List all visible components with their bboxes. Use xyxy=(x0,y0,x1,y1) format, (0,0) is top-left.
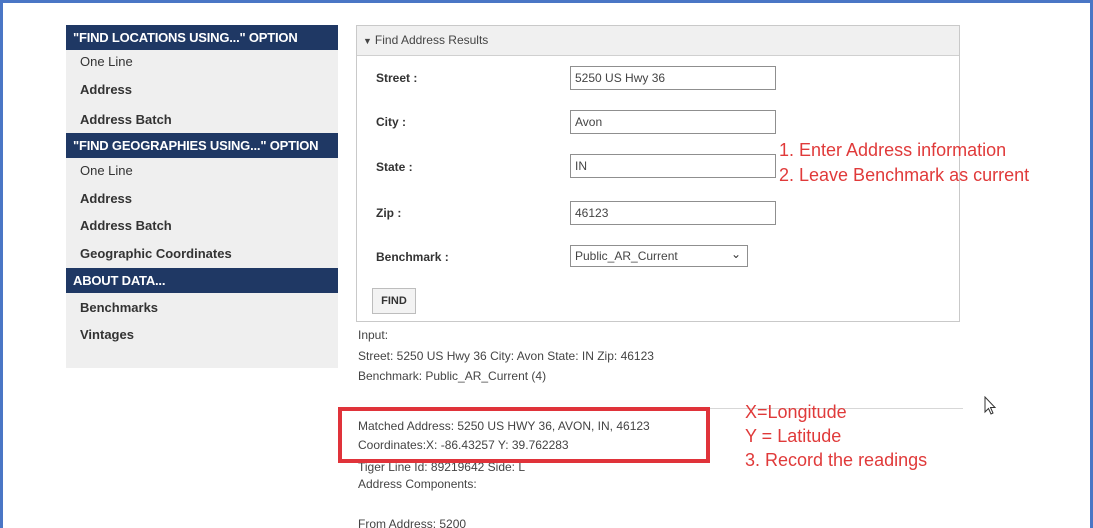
sidebar-item-geographic-coordinates[interactable]: Geographic Coordinates xyxy=(66,240,338,268)
annotation-x-longitude: X=Longitude xyxy=(745,402,847,422)
sidebar-item-geo-address-batch[interactable]: Address Batch xyxy=(66,212,338,240)
annotation-y-latitude: Y = Latitude xyxy=(745,426,842,446)
collapse-triangle-icon[interactable]: ▼ xyxy=(363,36,372,46)
input-label: Input: xyxy=(358,328,389,342)
annotation-step3: 3. Record the readings xyxy=(745,450,928,470)
benchmark-select-value: Public_AR_Current xyxy=(575,249,678,263)
sidebar-header-find-geographies: "FIND GEOGRAPHIES USING..." OPTION xyxy=(66,133,338,158)
find-button[interactable]: FIND xyxy=(372,288,416,314)
street-input[interactable] xyxy=(570,66,776,90)
sidebar-item-geo-address[interactable]: Address xyxy=(66,184,338,212)
highlight-box xyxy=(338,407,710,463)
state-input[interactable] xyxy=(570,154,776,178)
sidebar-header-about-data: ABOUT DATA... xyxy=(66,268,338,293)
benchmark-label: Benchmark : xyxy=(376,250,449,264)
address-components-label: Address Components: xyxy=(358,477,477,491)
chevron-down-icon: ⌄ xyxy=(730,247,741,261)
mouse-cursor-icon xyxy=(984,396,997,415)
screenshot-frame: "FIND LOCATIONS USING..." OPTION One Lin… xyxy=(0,0,1093,528)
panel-title: Find Address Results xyxy=(374,33,489,47)
annotation-step1: 1. Enter Address information xyxy=(779,140,1007,160)
input-line: Street: 5250 US Hwy 36 City: Avon State:… xyxy=(358,349,654,363)
city-input[interactable] xyxy=(570,110,776,134)
sidebar-item-vintages[interactable]: Vintages xyxy=(66,321,338,349)
sidebar-nav: "FIND LOCATIONS USING..." OPTION One Lin… xyxy=(66,25,338,368)
sidebar-item-address[interactable]: Address xyxy=(66,76,338,104)
sidebar-item-benchmarks[interactable]: Benchmarks xyxy=(66,293,338,321)
panel-header[interactable]: ▼ Find Address Results xyxy=(357,26,959,56)
from-address: From Address: 5200 xyxy=(358,517,467,528)
benchmark-line: Benchmark: Public_AR_Current (4) xyxy=(358,369,547,383)
annotation-step2: 2. Leave Benchmark as current xyxy=(779,165,1030,185)
sidebar-item-one-line[interactable]: One Line xyxy=(66,50,338,76)
zip-label: Zip : xyxy=(376,206,402,220)
benchmark-select[interactable]: Public_AR_Current ⌄ xyxy=(570,245,748,267)
state-label: State : xyxy=(376,160,413,174)
sidebar-item-address-batch[interactable]: Address Batch xyxy=(66,104,338,133)
sidebar-header-find-locations: "FIND LOCATIONS USING..." OPTION xyxy=(66,25,338,50)
zip-input[interactable] xyxy=(570,201,776,225)
city-label: City : xyxy=(376,115,406,129)
sidebar-item-geo-one-line[interactable]: One Line xyxy=(66,158,338,184)
street-label: Street : xyxy=(376,71,418,85)
